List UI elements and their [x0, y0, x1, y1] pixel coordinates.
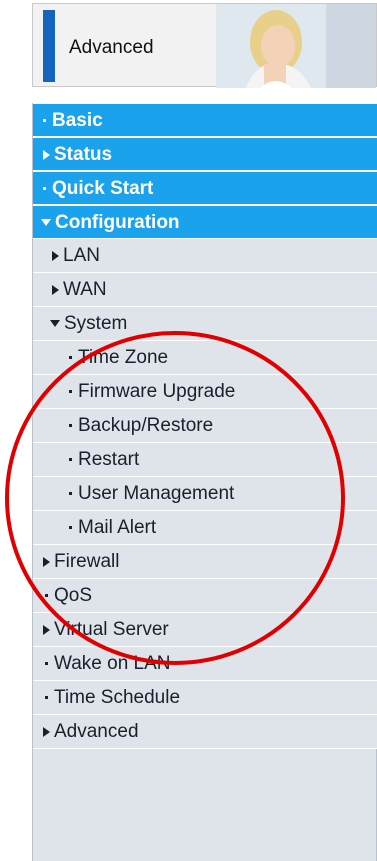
menu-item-time-zone[interactable]: Time Zone	[33, 341, 377, 375]
menu-item-backup-restore[interactable]: Backup/Restore	[33, 409, 377, 443]
menu-item-label: Restart	[78, 449, 140, 470]
arrow-right-icon	[43, 149, 50, 160]
menu-item-label: Status	[54, 144, 113, 165]
menu-item-label: Quick Start	[52, 178, 154, 199]
bullet-icon	[69, 390, 72, 394]
bullet-icon	[69, 458, 72, 462]
arrow-right-icon	[43, 556, 50, 567]
arrow-down-icon	[41, 219, 51, 227]
arrow-right-icon	[43, 726, 50, 737]
bullet-icon	[45, 662, 48, 666]
menu-item-advanced[interactable]: Advanced	[33, 715, 377, 749]
bullet-icon	[43, 119, 46, 123]
menu-item-label: Firewall	[54, 551, 120, 572]
arrow-right-icon	[52, 250, 59, 261]
menu-item-mail-alert[interactable]: Mail Alert	[33, 511, 377, 545]
menu-item-label: User Management	[78, 483, 235, 504]
woman-photo-image	[216, 4, 376, 88]
menu-item-label: Firmware Upgrade	[78, 381, 236, 402]
menu-item-label: Backup/Restore	[78, 415, 214, 436]
menu-item-wan[interactable]: WAN	[33, 273, 377, 307]
bullet-icon	[45, 696, 48, 700]
bullet-icon	[45, 594, 48, 598]
menu-item-label: Virtual Server	[54, 619, 169, 640]
menu-item-status[interactable]: Status	[33, 137, 377, 171]
menu-item-firewall[interactable]: Firewall	[33, 545, 377, 579]
menu-item-label: WAN	[63, 279, 107, 300]
menu-item-quick-start[interactable]: Quick Start	[33, 171, 377, 205]
side-menu: Basic Status Quick Start Configuration L…	[32, 103, 377, 861]
menu-item-label: Wake on LAN	[54, 653, 171, 674]
menu-item-label: Configuration	[55, 212, 180, 233]
menu-item-label: Mail Alert	[78, 517, 157, 538]
menu-item-label: Time Schedule	[54, 687, 181, 708]
bullet-icon	[69, 424, 72, 428]
bullet-icon	[69, 356, 72, 360]
menu-item-qos[interactable]: QoS	[33, 579, 377, 613]
menu-item-label: LAN	[63, 245, 100, 266]
bullet-icon	[69, 492, 72, 496]
menu-item-label: Advanced	[54, 721, 139, 742]
menu-item-virtual-server[interactable]: Virtual Server	[33, 613, 377, 647]
header-photo	[216, 4, 376, 88]
bullet-icon	[43, 187, 46, 191]
menu-item-basic[interactable]: Basic	[33, 103, 377, 137]
header-panel: Advanced	[32, 3, 377, 88]
arrow-right-icon	[43, 624, 50, 635]
menu-item-label: QoS	[54, 585, 93, 606]
menu-item-firmware-upgrade[interactable]: Firmware Upgrade	[33, 375, 377, 409]
menu-item-system[interactable]: System	[33, 307, 377, 341]
header-accent-bar	[43, 10, 55, 82]
menu-item-label: Basic	[52, 110, 103, 131]
arrow-right-icon	[52, 284, 59, 295]
menu-item-time-schedule[interactable]: Time Schedule	[33, 681, 377, 715]
menu-item-restart[interactable]: Restart	[33, 443, 377, 477]
menu-item-wake-on-lan[interactable]: Wake on LAN	[33, 647, 377, 681]
bullet-icon	[69, 526, 72, 530]
arrow-down-icon	[50, 320, 60, 328]
menu-item-lan[interactable]: LAN	[33, 239, 377, 273]
menu-item-user-management[interactable]: User Management	[33, 477, 377, 511]
page-title: Advanced	[69, 37, 154, 58]
menu-item-label: System	[64, 313, 128, 334]
menu-item-configuration[interactable]: Configuration	[33, 205, 377, 239]
menu-item-label: Time Zone	[78, 347, 169, 368]
